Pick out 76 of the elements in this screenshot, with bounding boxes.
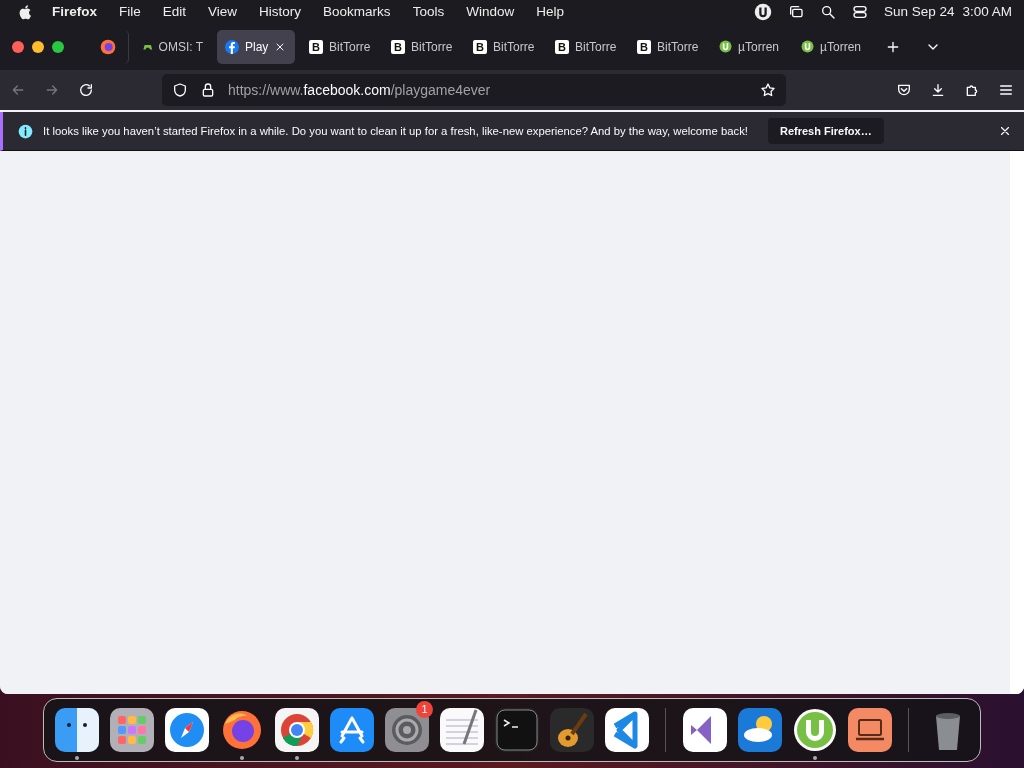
tab-title: µTorren	[738, 39, 779, 54]
browser-tab[interactable]: Play	[217, 29, 295, 64]
reload-icon[interactable]	[78, 82, 94, 98]
guitar-icon[interactable]	[549, 708, 594, 752]
menu-item[interactable]: History	[259, 4, 302, 19]
search-icon[interactable]	[819, 3, 836, 20]
menu-item[interactable]: Help	[536, 4, 564, 19]
zoom-window-button[interactable]	[52, 40, 64, 53]
notification-message: It looks like you haven’t started Firefox in a while. Do you want to clean it up for a fresh, like-new experience? And by the way, welcome back!	[43, 125, 748, 137]
download-icon[interactable]	[930, 82, 946, 98]
compass-icon[interactable]	[164, 708, 209, 752]
url-text: https://www.facebook.com/playgame4ever	[228, 82, 492, 98]
menu-icon[interactable]	[998, 82, 1014, 98]
windows-icon[interactable]	[787, 3, 804, 20]
menu-item[interactable]: Tools	[412, 4, 445, 19]
launchpad-icon[interactable]	[109, 708, 154, 752]
tab-favicon: B	[391, 39, 405, 54]
visual-studio-icon[interactable]	[682, 708, 727, 752]
tab-title: BitTorre	[329, 39, 371, 54]
browser-tab[interactable]: OMSI: T	[135, 29, 211, 64]
close-window-button[interactable]	[12, 40, 24, 53]
browser-tab[interactable]: B BitTorre	[301, 29, 377, 64]
browser-tab[interactable]: B BitTorre	[629, 29, 705, 64]
close-icon[interactable]	[998, 124, 1012, 138]
weather-icon[interactable]	[737, 708, 782, 752]
tab-title: Play	[245, 39, 269, 54]
tab-favicon: B	[637, 39, 651, 54]
forward-icon	[44, 82, 60, 98]
menu-item[interactable]: Edit	[162, 4, 187, 19]
tab-title: BitTorre	[493, 39, 535, 54]
apple-icon[interactable]	[18, 3, 32, 20]
lock-icon	[200, 82, 216, 98]
refresh-firefox-button[interactable]: Refresh Firefox…	[767, 118, 884, 144]
browser-tab[interactable]: µTorren	[711, 29, 787, 64]
firefox-icon	[100, 38, 116, 55]
notification-badge: 1	[416, 701, 433, 718]
terminal-icon[interactable]	[494, 708, 539, 752]
menu-item[interactable]: File	[119, 4, 141, 19]
tab-title: BitTorre	[657, 39, 699, 54]
torrent-icon	[801, 39, 815, 54]
shield-icon	[172, 82, 188, 98]
torrent-status-icon[interactable]	[753, 2, 772, 21]
tab-favicon: B	[555, 39, 569, 54]
browser-tab[interactable]: B BitTorre	[547, 29, 623, 64]
tab-favicon: B	[473, 39, 487, 54]
tab-title: OMSI: T	[158, 39, 203, 54]
tab-title: BitTorre	[411, 39, 453, 54]
torrent-icon	[719, 39, 733, 54]
tab-title: µTorren	[820, 39, 861, 54]
browser-tab[interactable]: B BitTorre	[383, 29, 459, 64]
menu-item[interactable]: Window	[466, 4, 515, 19]
facebook-icon	[225, 39, 239, 54]
minimize-window-button[interactable]	[32, 40, 44, 53]
control-center-icon[interactable]	[851, 3, 868, 20]
pocket-icon[interactable]	[896, 82, 912, 98]
code-editor-icon[interactable]	[604, 708, 649, 752]
extensions-icon[interactable]	[964, 82, 980, 98]
star-icon[interactable]	[760, 82, 776, 98]
app-menu[interactable]: Firefox	[52, 4, 97, 19]
finder-icon[interactable]	[54, 708, 99, 752]
back-icon	[10, 82, 26, 98]
menu-item[interactable]: View	[208, 4, 238, 19]
browser-tab[interactable]: B BitTorre	[465, 29, 541, 64]
notepad-icon[interactable]	[439, 708, 484, 752]
menu-clock[interactable]: 3:00 AM	[962, 4, 1012, 19]
menu-date[interactable]: Sun Sep 24	[883, 4, 955, 19]
menu-item[interactable]: Bookmarks	[323, 4, 391, 19]
tab-favicon: B	[309, 39, 323, 54]
laptop-icon[interactable]	[847, 708, 892, 752]
torrent-icon[interactable]	[792, 708, 837, 752]
address-field[interactable]: https://www.facebook.com/playgame4ever	[162, 74, 786, 106]
chrome-icon[interactable]	[274, 708, 319, 752]
info-icon	[18, 123, 33, 139]
tab-title: BitTorre	[575, 39, 617, 54]
browser-tab[interactable]: µTorren	[793, 29, 869, 64]
app-store-icon[interactable]	[329, 708, 374, 752]
